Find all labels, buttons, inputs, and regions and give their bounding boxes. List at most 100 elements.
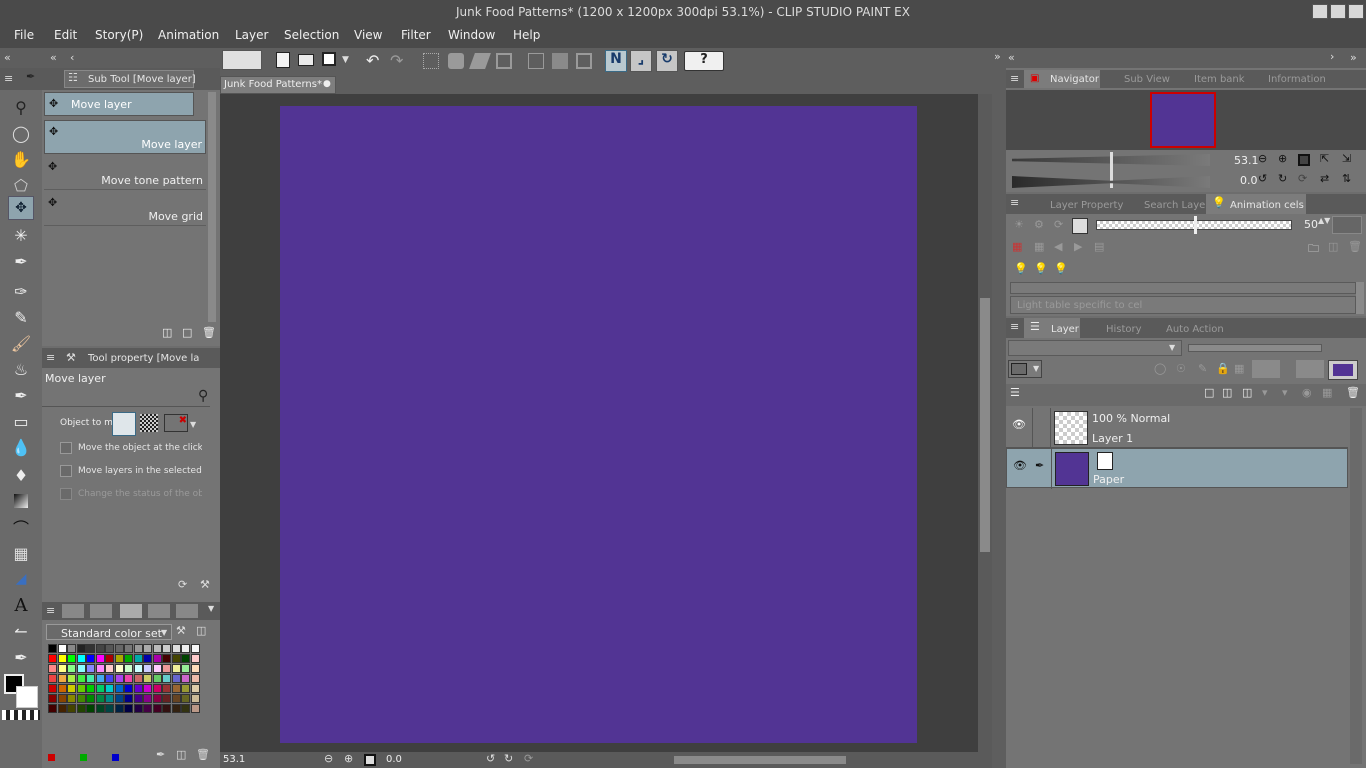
cel-list-icon[interactable]: ▤ — [1094, 240, 1104, 253]
color-swatch[interactable] — [114, 694, 124, 703]
color-swatch[interactable] — [124, 684, 133, 693]
correct-line-icon[interactable]: ✒ — [10, 646, 32, 668]
animation-scrollbar[interactable] — [1356, 282, 1364, 314]
color-swatch[interactable] — [143, 654, 152, 663]
new-file-icon[interactable] — [276, 52, 290, 68]
ruler-icon[interactable]: ◢ — [10, 568, 32, 590]
color-swatch[interactable] — [48, 704, 57, 713]
color-slider-tab[interactable] — [90, 604, 112, 618]
color-swatch[interactable] — [171, 664, 181, 673]
color-swatch[interactable] — [133, 654, 143, 663]
color-swatch[interactable] — [190, 644, 200, 653]
rotate-left-icon[interactable]: ↺ — [486, 752, 495, 765]
collapse-left-icon[interactable]: « — [1008, 51, 1015, 64]
color-swatch[interactable] — [171, 704, 181, 713]
color-swatch[interactable] — [86, 664, 95, 673]
eyedropper-icon[interactable]: ✒ — [156, 748, 165, 761]
flip-horizontal-icon[interactable]: ⇄ — [1320, 172, 1329, 185]
red-swatch[interactable] — [48, 754, 55, 761]
navigator-angle-value[interactable]: 0.0 — [1240, 174, 1258, 187]
menu-story[interactable]: Story(P) — [95, 28, 143, 42]
snap-ruler-icon[interactable]: N — [605, 50, 627, 72]
color-swatch[interactable] — [162, 704, 171, 713]
eraser-icon[interactable] — [469, 53, 491, 69]
color-swatch[interactable] — [57, 644, 67, 653]
balloon-icon[interactable]: ↼ — [10, 620, 32, 642]
color-swatch[interactable] — [48, 684, 57, 693]
transfer-down-icon[interactable]: ▾ — [1262, 386, 1268, 399]
color-swatch[interactable] — [105, 664, 114, 673]
pen-tool-icon[interactable]: ✑ — [10, 280, 32, 302]
color-swatch[interactable] — [152, 684, 162, 693]
undo-icon[interactable]: ↶ — [366, 51, 379, 70]
color-set-tab[interactable] — [120, 604, 142, 618]
zoom-value[interactable]: 53.1 — [223, 754, 245, 765]
close-tab-icon[interactable]: ● — [323, 79, 331, 89]
chevron-down-icon[interactable]: ▼ — [190, 420, 196, 429]
color-swatch[interactable] — [143, 664, 152, 673]
approximate-color-tab[interactable] — [176, 604, 198, 618]
color-swatch[interactable] — [76, 704, 86, 713]
tab-layer-property[interactable]: Layer Property — [1050, 200, 1123, 211]
crop-icon[interactable] — [528, 53, 544, 69]
reset-icon[interactable]: ⟳ — [178, 578, 187, 591]
mask-icon[interactable]: ◉ — [1302, 386, 1312, 399]
redo-icon[interactable]: ↷ — [390, 51, 403, 70]
color-swatch[interactable] — [133, 674, 143, 683]
menu-view[interactable]: View — [354, 28, 382, 42]
menu-selection[interactable]: Selection — [284, 28, 339, 42]
color-swatch[interactable] — [76, 684, 86, 693]
zoom-out-icon[interactable]: ⊖ — [1258, 152, 1267, 165]
color-swatch[interactable] — [124, 704, 133, 713]
color-swatch[interactable] — [171, 654, 181, 663]
color-swatch[interactable] — [86, 654, 95, 663]
color-swatch[interactable] — [48, 694, 57, 703]
navigator-thumbnail[interactable] — [1150, 92, 1216, 148]
transparent-color-swatch[interactable] — [2, 710, 40, 720]
color-swatch[interactable] — [114, 674, 124, 683]
mask-select[interactable] — [1296, 360, 1324, 378]
search-icon[interactable]: ⚲ — [198, 388, 208, 404]
new-cel-icon[interactable] — [1072, 218, 1088, 234]
navigator-preview[interactable] — [1006, 90, 1366, 150]
eyedropper-icon[interactable]: ✒ — [10, 250, 32, 272]
color-swatch[interactable] — [114, 684, 124, 693]
color-swatch[interactable] — [95, 664, 105, 673]
layer-opacity-slider[interactable] — [1188, 344, 1322, 352]
brush-icon[interactable]: 🖌 — [10, 332, 32, 354]
color-swatch[interactable] — [152, 694, 162, 703]
eye-icon[interactable]: 👁 — [1012, 418, 1026, 431]
text-icon[interactable]: A — [10, 594, 32, 616]
blend-icon[interactable]: 💧 — [10, 436, 32, 458]
canvas-vertical-scrollbar[interactable] — [978, 94, 992, 752]
color-swatch[interactable] — [105, 704, 114, 713]
color-swatch[interactable] — [190, 704, 200, 713]
color-swatch[interactable] — [76, 664, 86, 673]
collapse-right-icon[interactable]: » — [994, 50, 1001, 63]
expression-color-select[interactable]: ▼ — [1008, 360, 1042, 378]
navigator-zoom-value[interactable]: 53.1 — [1234, 154, 1259, 167]
color-swatch[interactable] — [67, 704, 76, 713]
color-swatch[interactable] — [133, 694, 143, 703]
color-swatch[interactable] — [124, 664, 133, 673]
blend-mode-select[interactable]: ▼ — [1008, 340, 1182, 356]
color-swatch[interactable] — [57, 674, 67, 683]
opacity-value[interactable]: 50 — [1304, 218, 1318, 231]
add-color-icon[interactable]: ◫ — [196, 624, 206, 637]
color-swatch[interactable] — [76, 694, 86, 703]
sub-tool-scrollbar[interactable] — [208, 92, 216, 322]
cel-strip[interactable] — [1010, 282, 1356, 294]
move-layer-tool-icon[interactable]: ✥ — [8, 196, 34, 220]
clip-icon[interactable]: ◯ — [1154, 362, 1166, 375]
opacity-slider-handle[interactable] — [1194, 216, 1197, 234]
color-swatch[interactable] — [57, 654, 67, 663]
color-swatch[interactable] — [86, 684, 95, 693]
layer-row[interactable]: 👁 100 % Normal Layer 1 — [1006, 408, 1348, 448]
collapse-right-icon[interactable]: » — [1350, 51, 1357, 64]
menu-filter[interactable]: Filter — [401, 28, 431, 42]
color-swatch[interactable] — [105, 674, 114, 683]
wrench-icon[interactable]: ⚒ — [200, 578, 210, 591]
lightbulb-settings-icon[interactable]: 💡 — [1034, 262, 1048, 275]
color-swatch[interactable] — [95, 674, 105, 683]
color-swatch[interactable] — [76, 654, 86, 663]
